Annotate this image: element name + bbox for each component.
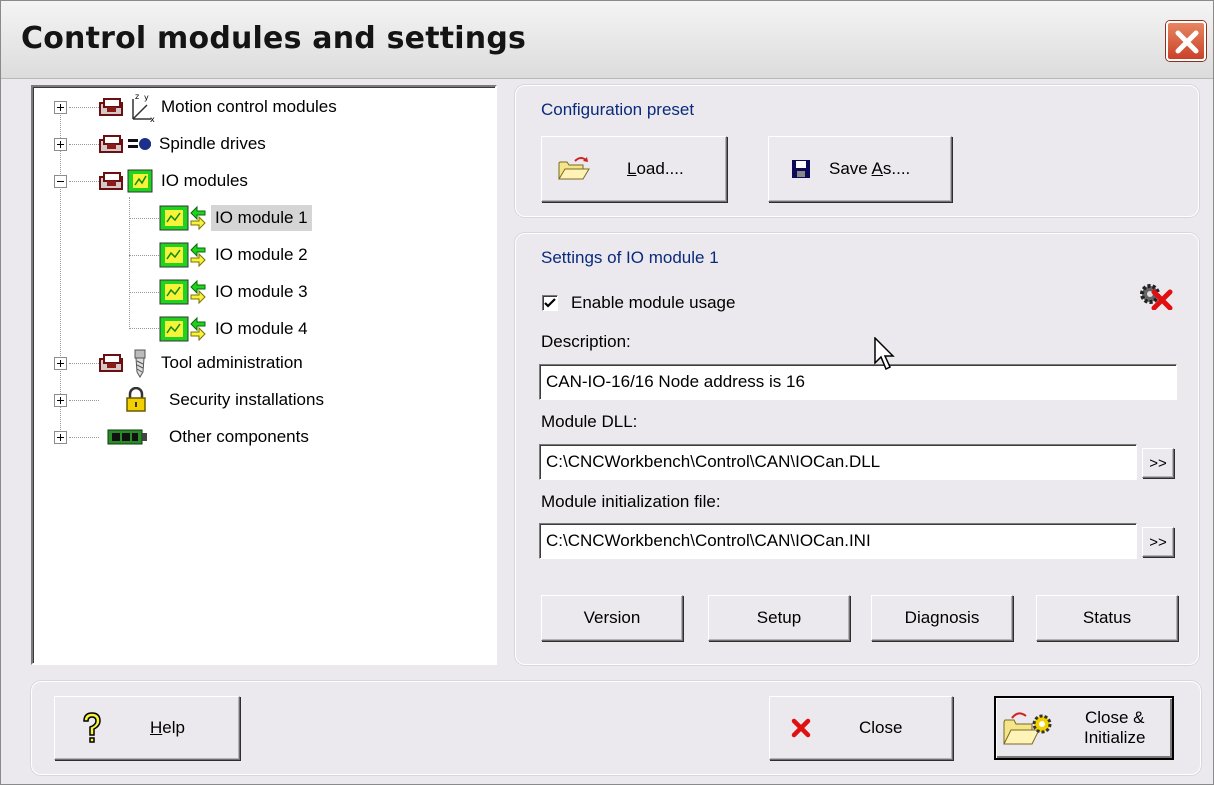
enable-module-checkbox[interactable] xyxy=(542,295,558,311)
module-dll-label: Module DLL: xyxy=(541,412,638,431)
axes-icon: z y x xyxy=(132,92,155,123)
tree-item-tool-admin[interactable]: Tool administration xyxy=(97,346,303,380)
tree-line xyxy=(129,328,159,329)
save-as-button[interactable]: Save As.... xyxy=(768,136,952,202)
tree-item-other[interactable]: Other components xyxy=(107,420,309,454)
load-label: Load.... xyxy=(627,159,684,178)
svg-text:y: y xyxy=(144,93,149,102)
folder-gear-icon xyxy=(1003,712,1052,745)
tree-item-label: Other components xyxy=(169,427,309,446)
footer-panel: Help Close Close & Initialize xyxy=(31,681,1201,775)
spindle-icon xyxy=(128,138,151,150)
help-label: Help xyxy=(150,718,185,737)
title-bar: Control modules and settings xyxy=(1,1,1213,79)
expand-security-button[interactable] xyxy=(54,394,67,407)
tree-item-io-modules[interactable]: IO modules xyxy=(97,164,248,198)
io-module-icon xyxy=(159,279,206,305)
io-module-icon xyxy=(159,316,206,342)
tree-item-label: IO module 3 xyxy=(215,282,308,301)
enable-module-label: Enable module usage xyxy=(571,293,736,312)
tree-item-label: IO module 2 xyxy=(215,245,308,264)
module-dll-input[interactable]: C:\CNCWorkbench\Control\CAN\IOCan.DLL xyxy=(539,444,1137,480)
io-board-icon xyxy=(127,169,153,193)
help-button[interactable]: Help xyxy=(54,696,240,760)
tree-line xyxy=(129,218,159,219)
io-module-icon xyxy=(159,205,206,231)
expand-other-button[interactable] xyxy=(54,431,67,444)
close-label: Close xyxy=(859,718,903,737)
tree-line xyxy=(69,144,99,145)
status-button[interactable]: Status xyxy=(1036,595,1178,641)
browse-init-button[interactable]: >> xyxy=(1142,527,1174,557)
save-as-label: Save As.... xyxy=(829,159,911,178)
question-mark-icon xyxy=(83,712,101,743)
tree-item-label: IO module 1 xyxy=(211,205,312,231)
module-settings-panel: Settings of IO module 1 Enable module us… xyxy=(515,233,1199,665)
open-folder-icon xyxy=(558,157,590,180)
tree-item-io-module-3[interactable]: IO module 3 xyxy=(159,275,308,309)
tree-line xyxy=(69,400,99,401)
version-button[interactable]: Version xyxy=(541,595,683,641)
tree-line xyxy=(69,107,99,108)
tree-item-io-module-4[interactable]: IO module 4 xyxy=(159,312,308,346)
modules-stack-icon xyxy=(99,135,123,153)
tree-item-io-module-1[interactable]: IO module 1 xyxy=(159,201,312,235)
tree-line xyxy=(69,181,99,182)
tree-item-io-module-2[interactable]: IO module 2 xyxy=(159,238,308,272)
modules-stack-icon xyxy=(99,354,123,372)
close-button[interactable]: Close xyxy=(769,696,953,760)
tree-item-label: Security installations xyxy=(169,390,324,409)
close-initialize-label: Close & Initialize xyxy=(1084,708,1146,747)
description-input[interactable]: CAN-IO-16/16 Node address is 16 xyxy=(539,364,1177,400)
expand-tool-button[interactable] xyxy=(54,357,67,370)
dialog-window: Control modules and settings z y x Motio… xyxy=(0,0,1214,785)
collapse-io-button[interactable] xyxy=(54,175,67,188)
checkmark-icon xyxy=(544,298,556,308)
expand-spindle-button[interactable] xyxy=(54,138,67,151)
tree-line xyxy=(60,109,61,434)
tree-line xyxy=(129,197,130,327)
load-button[interactable]: Load.... xyxy=(541,136,727,202)
mouse-cursor-icon xyxy=(874,337,895,371)
description-label: Description: xyxy=(541,332,631,351)
tree-line xyxy=(69,363,99,364)
expand-motion-button[interactable] xyxy=(54,101,67,114)
modules-stack-icon xyxy=(99,172,123,190)
floppy-disk-icon xyxy=(792,160,810,178)
browse-dll-button[interactable]: >> xyxy=(1142,448,1174,478)
tree-item-spindle[interactable]: Spindle drives xyxy=(97,127,266,161)
tree-item-label: Tool administration xyxy=(161,353,303,372)
modules-stack-icon xyxy=(99,98,123,116)
gear-remove-icon xyxy=(1140,284,1173,310)
tree-line xyxy=(129,255,159,256)
tree-item-label: Motion control modules xyxy=(161,97,337,116)
tree-line xyxy=(129,292,159,293)
window-title: Control modules and settings xyxy=(21,21,527,56)
tree-item-label: IO module 4 xyxy=(215,319,308,338)
init-file-input[interactable]: C:\CNCWorkbench\Control\CAN\IOCan.INI xyxy=(539,523,1137,559)
svg-text:x: x xyxy=(150,115,155,123)
tree-item-label: IO modules xyxy=(161,171,248,190)
close-initialize-button[interactable]: Close & Initialize xyxy=(994,696,1174,760)
red-x-icon xyxy=(791,718,811,738)
close-icon xyxy=(1175,30,1199,54)
close-window-button[interactable] xyxy=(1166,21,1206,61)
init-file-label: Module initialization file: xyxy=(541,492,721,511)
diagnosis-button[interactable]: Diagnosis xyxy=(871,595,1013,641)
circuit-board-icon xyxy=(107,429,147,445)
tree-line xyxy=(69,437,99,438)
tree-item-motion[interactable]: z y x Motion control modules xyxy=(97,90,337,124)
svg-text:z: z xyxy=(135,92,139,101)
tree-item-security[interactable]: Security installations xyxy=(123,383,324,417)
panel-title: Settings of IO module 1 xyxy=(541,248,719,267)
configuration-preset-panel: Configuration preset Load.... Save As...… xyxy=(515,85,1199,217)
panel-title: Configuration preset xyxy=(541,100,695,119)
module-tree[interactable]: z y x Motion control modules Spindle dri… xyxy=(31,85,497,665)
setup-button[interactable]: Setup xyxy=(708,595,850,641)
padlock-icon xyxy=(126,387,146,412)
tool-icon xyxy=(134,349,146,378)
tree-item-label: Spindle drives xyxy=(159,134,266,153)
io-module-icon xyxy=(159,242,206,268)
